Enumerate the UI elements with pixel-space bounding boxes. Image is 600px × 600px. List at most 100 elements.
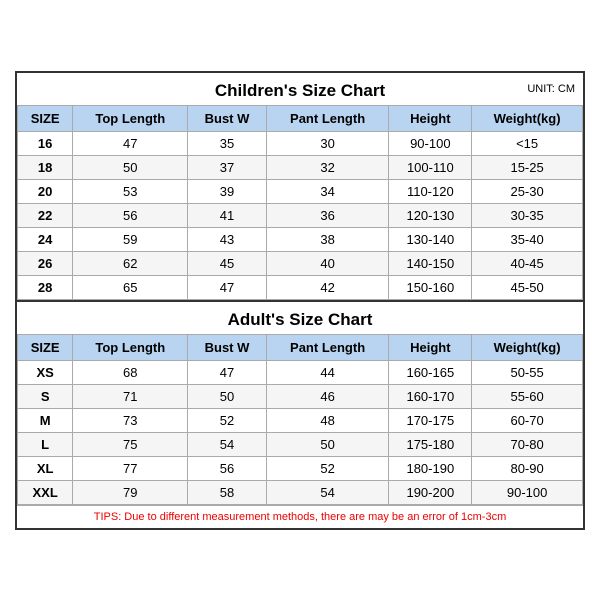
adults-title-text: Adult's Size Chart (228, 310, 373, 329)
children-header-row: SIZE Top Length Bust W Pant Length Heigh… (18, 105, 583, 131)
data-cell: 25-30 (472, 179, 583, 203)
data-cell: 36 (266, 203, 389, 227)
table-row: 22564136120-13030-35 (18, 203, 583, 227)
data-cell: 54 (188, 432, 266, 456)
data-cell: 60-70 (472, 408, 583, 432)
size-cell: S (18, 384, 73, 408)
size-cell: 28 (18, 275, 73, 299)
data-cell: 62 (73, 251, 188, 275)
data-cell: 35-40 (472, 227, 583, 251)
data-cell: 77 (73, 456, 188, 480)
data-cell: 79 (73, 480, 188, 504)
data-cell: 32 (266, 155, 389, 179)
table-row: 18503732100-11015-25 (18, 155, 583, 179)
table-row: S715046160-17055-60 (18, 384, 583, 408)
data-cell: 47 (188, 275, 266, 299)
size-cell: XL (18, 456, 73, 480)
adult-col-header-pant-length: Pant Length (266, 334, 389, 360)
data-cell: 52 (266, 456, 389, 480)
col-header-weight: Weight(kg) (472, 105, 583, 131)
data-cell: 150-160 (389, 275, 472, 299)
children-section-title: Children's Size Chart UNIT: CM (17, 73, 583, 105)
data-cell: 50 (188, 384, 266, 408)
data-cell: 35 (188, 131, 266, 155)
table-row: XS684744160-16550-55 (18, 360, 583, 384)
adult-col-header-top-length: Top Length (73, 334, 188, 360)
data-cell: 15-25 (472, 155, 583, 179)
data-cell: 42 (266, 275, 389, 299)
data-cell: 80-90 (472, 456, 583, 480)
size-cell: 20 (18, 179, 73, 203)
adult-col-header-height: Height (389, 334, 472, 360)
data-cell: 34 (266, 179, 389, 203)
data-cell: 175-180 (389, 432, 472, 456)
data-cell: 130-140 (389, 227, 472, 251)
data-cell: 90-100 (472, 480, 583, 504)
data-cell: 170-175 (389, 408, 472, 432)
col-header-bust-w: Bust W (188, 105, 266, 131)
data-cell: 56 (188, 456, 266, 480)
data-cell: 68 (73, 360, 188, 384)
data-cell: 30-35 (472, 203, 583, 227)
data-cell: 48 (266, 408, 389, 432)
data-cell: 75 (73, 432, 188, 456)
table-row: 26624540140-15040-45 (18, 251, 583, 275)
adult-col-header-bust-w: Bust W (188, 334, 266, 360)
col-header-top-length: Top Length (73, 105, 188, 131)
table-row: 20533934110-12025-30 (18, 179, 583, 203)
data-cell: 30 (266, 131, 389, 155)
data-cell: 160-165 (389, 360, 472, 384)
table-row: M735248170-17560-70 (18, 408, 583, 432)
data-cell: 45 (188, 251, 266, 275)
tips-text: TIPS: Due to different measurement metho… (17, 505, 583, 528)
data-cell: 40 (266, 251, 389, 275)
adults-section-title: Adult's Size Chart (17, 300, 583, 334)
data-cell: 140-150 (389, 251, 472, 275)
data-cell: 43 (188, 227, 266, 251)
data-cell: 100-110 (389, 155, 472, 179)
data-cell: 53 (73, 179, 188, 203)
data-cell: 41 (188, 203, 266, 227)
data-cell: 56 (73, 203, 188, 227)
size-cell: 22 (18, 203, 73, 227)
data-cell: 55-60 (472, 384, 583, 408)
col-header-size: SIZE (18, 105, 73, 131)
data-cell: 90-100 (389, 131, 472, 155)
adults-size-table: SIZE Top Length Bust W Pant Length Heigh… (17, 334, 583, 505)
data-cell: <15 (472, 131, 583, 155)
data-cell: 73 (73, 408, 188, 432)
data-cell: 52 (188, 408, 266, 432)
data-cell: 39 (188, 179, 266, 203)
table-row: 1647353090-100<15 (18, 131, 583, 155)
table-row: XL775652180-19080-90 (18, 456, 583, 480)
size-cell: 18 (18, 155, 73, 179)
size-cell: XS (18, 360, 73, 384)
data-cell: 71 (73, 384, 188, 408)
children-table-body: 1647353090-100<1518503732100-11015-25205… (18, 131, 583, 299)
data-cell: 70-80 (472, 432, 583, 456)
data-cell: 44 (266, 360, 389, 384)
data-cell: 50 (73, 155, 188, 179)
data-cell: 59 (73, 227, 188, 251)
data-cell: 46 (266, 384, 389, 408)
data-cell: 110-120 (389, 179, 472, 203)
children-title-text: Children's Size Chart (215, 81, 385, 100)
table-row: 28654742150-16045-50 (18, 275, 583, 299)
data-cell: 54 (266, 480, 389, 504)
size-cell: 26 (18, 251, 73, 275)
size-cell: 24 (18, 227, 73, 251)
adults-header-row: SIZE Top Length Bust W Pant Length Heigh… (18, 334, 583, 360)
data-cell: 45-50 (472, 275, 583, 299)
data-cell: 38 (266, 227, 389, 251)
col-header-pant-length: Pant Length (266, 105, 389, 131)
data-cell: 65 (73, 275, 188, 299)
size-cell: XXL (18, 480, 73, 504)
data-cell: 37 (188, 155, 266, 179)
data-cell: 180-190 (389, 456, 472, 480)
data-cell: 120-130 (389, 203, 472, 227)
size-cell: M (18, 408, 73, 432)
data-cell: 160-170 (389, 384, 472, 408)
data-cell: 47 (188, 360, 266, 384)
table-row: 24594338130-14035-40 (18, 227, 583, 251)
data-cell: 190-200 (389, 480, 472, 504)
